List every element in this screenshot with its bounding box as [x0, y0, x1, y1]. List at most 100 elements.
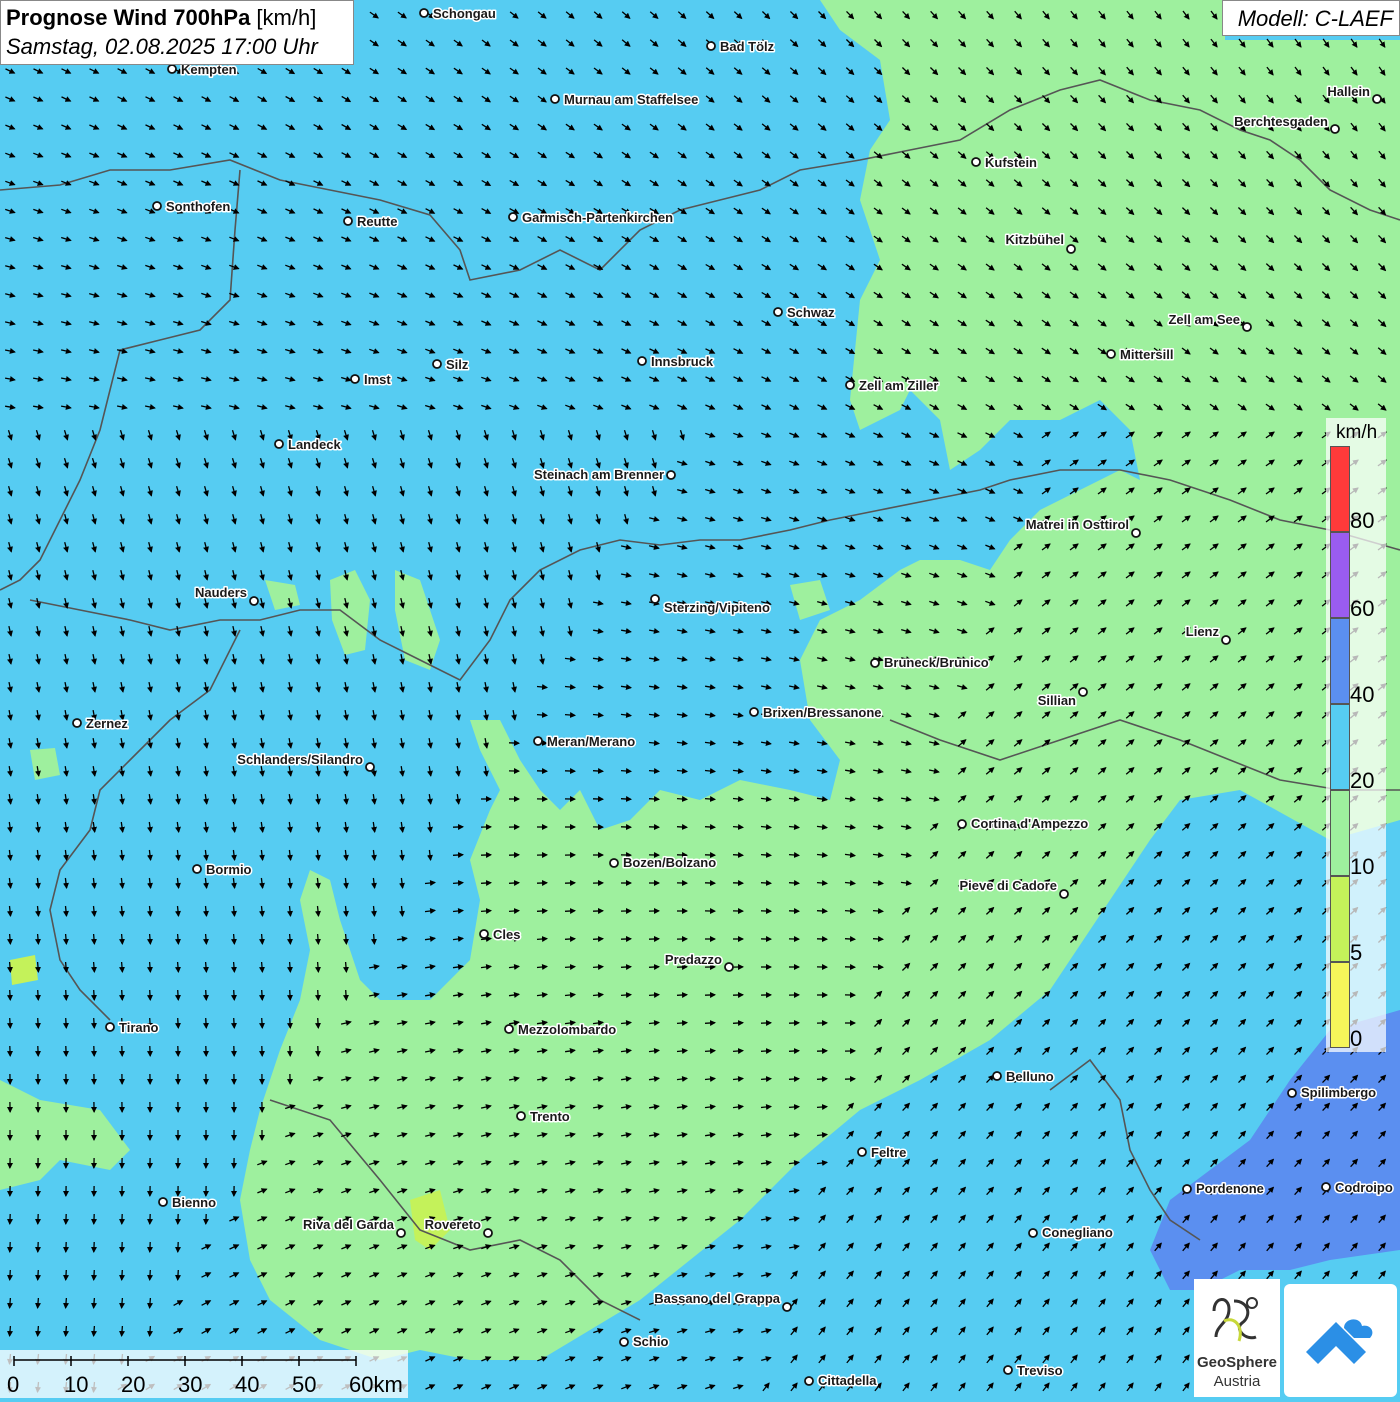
wind-arrow: [346, 990, 347, 1000]
city-label-kitzb-hel: Kitzbühel: [1006, 232, 1065, 247]
wind-arrow: [481, 883, 491, 884]
wind-arrow: [789, 1107, 799, 1108]
wind-arrow: [649, 967, 659, 968]
wind-arrow: [733, 855, 743, 856]
geosphere-country: Austria: [1194, 1373, 1280, 1390]
city-label-hallein: Hallein: [1327, 84, 1370, 99]
wind-arrow: [10, 1018, 11, 1028]
city-label-schlanders-silandro: Schlanders/Silandro: [237, 752, 363, 767]
legend-tick-80: 80: [1350, 508, 1374, 534]
wind-arrow: [318, 1018, 319, 1028]
city-label-garmisch-partenkirchen: Garmisch-Partenkirchen: [522, 210, 673, 225]
wind-arrow: [705, 799, 715, 800]
wind-arrow: [593, 771, 603, 772]
wind-arrow: [150, 1298, 151, 1308]
legend-tick-40: 40: [1350, 682, 1374, 708]
city-marker-rovereto: [484, 1229, 492, 1237]
wind-arrow: [453, 855, 463, 856]
city-label-schio: Schio: [633, 1334, 668, 1349]
wind-arrow: [677, 1023, 687, 1024]
city-label-sonthofen: Sonthofen: [166, 199, 230, 214]
legend-color-5: [1330, 876, 1350, 962]
wind-arrow: [817, 883, 827, 884]
city-marker-reutte: [344, 217, 352, 225]
wind-arrow: [705, 1051, 715, 1052]
scale-label-0: 0: [7, 1372, 19, 1398]
city-marker-conegliano: [1029, 1229, 1037, 1237]
city-marker-treviso: [1004, 1366, 1012, 1374]
wind-arrow: [10, 990, 11, 1000]
city-label-schongau: Schongau: [433, 6, 496, 21]
city-marker-nauders: [250, 597, 258, 605]
city-label-mezzolombardo: Mezzolombardo: [518, 1022, 616, 1037]
legend-tick-60: 60: [1350, 596, 1374, 622]
city-marker-hallein: [1373, 95, 1381, 103]
city-label-zernez: Zernez: [86, 716, 128, 731]
wind-arrow: [234, 934, 235, 944]
wind-arrow: [817, 1107, 827, 1108]
wind-arrow: [649, 995, 659, 996]
city-label-rovereto: Rovereto: [425, 1217, 481, 1232]
legend-color-0: [1330, 962, 1350, 1048]
wind-arrow: [94, 1270, 95, 1280]
city-marker-murnau-am-staffelsee: [551, 95, 559, 103]
wind-arrow: [621, 995, 631, 996]
wind-arrow: [94, 962, 95, 972]
scale-bar-line: [0, 1350, 408, 1398]
city-marker-imst: [351, 375, 359, 383]
city-marker-sonthofen: [153, 202, 161, 210]
wind-arrow: [150, 990, 151, 1000]
wind-arrow: [122, 1326, 123, 1336]
wind-arrow: [761, 855, 771, 856]
city-marker-codroipo: [1322, 1183, 1330, 1191]
city-marker-spilimbergo: [1288, 1089, 1296, 1097]
wind-arrow: [94, 934, 95, 944]
wind-arrow: [234, 990, 235, 1000]
scale-bar: 0102030405060km: [0, 1350, 408, 1398]
city-marker-steinach-am-brenner: [667, 471, 675, 479]
wind-arrow: [705, 827, 715, 828]
wind-arrow: [593, 967, 603, 968]
city-label-matrei-in-osttirol: Matrei in Osttirol: [1026, 517, 1129, 532]
wind-arrow: [789, 1079, 799, 1080]
wind-arrow: [38, 934, 39, 944]
city-label-zell-am-ziller: Zell am Ziller: [859, 378, 938, 393]
wind-arrow: [705, 1023, 715, 1024]
scale-label-5: 50: [292, 1372, 316, 1398]
city-label-predazzo: Predazzo: [665, 952, 722, 967]
city-marker-zell-am-see: [1243, 323, 1251, 331]
city-marker-bozen-bolzano: [610, 859, 618, 867]
wind-arrow: [178, 990, 179, 1000]
legend-tick-20: 20: [1350, 768, 1374, 794]
wind-arrow: [150, 962, 151, 972]
city-label-cittadella: Cittadella: [818, 1373, 877, 1388]
city-label-silz: Silz: [446, 357, 469, 372]
wind-map: SchongauBad TölzKemptenMurnau am Staffel…: [0, 0, 1400, 1400]
title-panel: Prognose Wind 700hPa [km/h] Samstag, 02.…: [0, 0, 354, 65]
wind-arrow: [621, 799, 631, 800]
city-label-kufstein: Kufstein: [985, 155, 1037, 170]
wind-arrow: [206, 934, 207, 944]
wind-arrow: [318, 934, 319, 944]
wind-arrow: [290, 990, 291, 1000]
city-marker-zernez: [73, 719, 81, 727]
wind-arrow: [122, 962, 123, 972]
legend-color-60: [1330, 532, 1350, 618]
city-marker-schlanders-silandro: [366, 763, 374, 771]
wind-arrow: [873, 911, 883, 912]
scale-label-6: 60km: [349, 1372, 403, 1398]
wind-arrow: [537, 939, 547, 940]
wind-arrow: [733, 827, 743, 828]
city-marker-bruneck-brunico: [871, 659, 879, 667]
city-label-steinach-am-brenner: Steinach am Brenner: [534, 467, 664, 482]
wind-arrow: [621, 771, 631, 772]
wind-arrow: [453, 883, 463, 884]
city-label-meran-merano: Meran/Merano: [547, 734, 635, 749]
city-marker-bad-t-lz: [707, 42, 715, 50]
city-label-berchtesgaden: Berchtesgaden: [1234, 114, 1328, 129]
wind-arrow: [38, 1326, 39, 1336]
scale-label-3: 30: [178, 1372, 202, 1398]
wind-arrow: [66, 990, 67, 1000]
city-marker-meran-merano: [534, 737, 542, 745]
wind-arrow: [481, 911, 491, 912]
